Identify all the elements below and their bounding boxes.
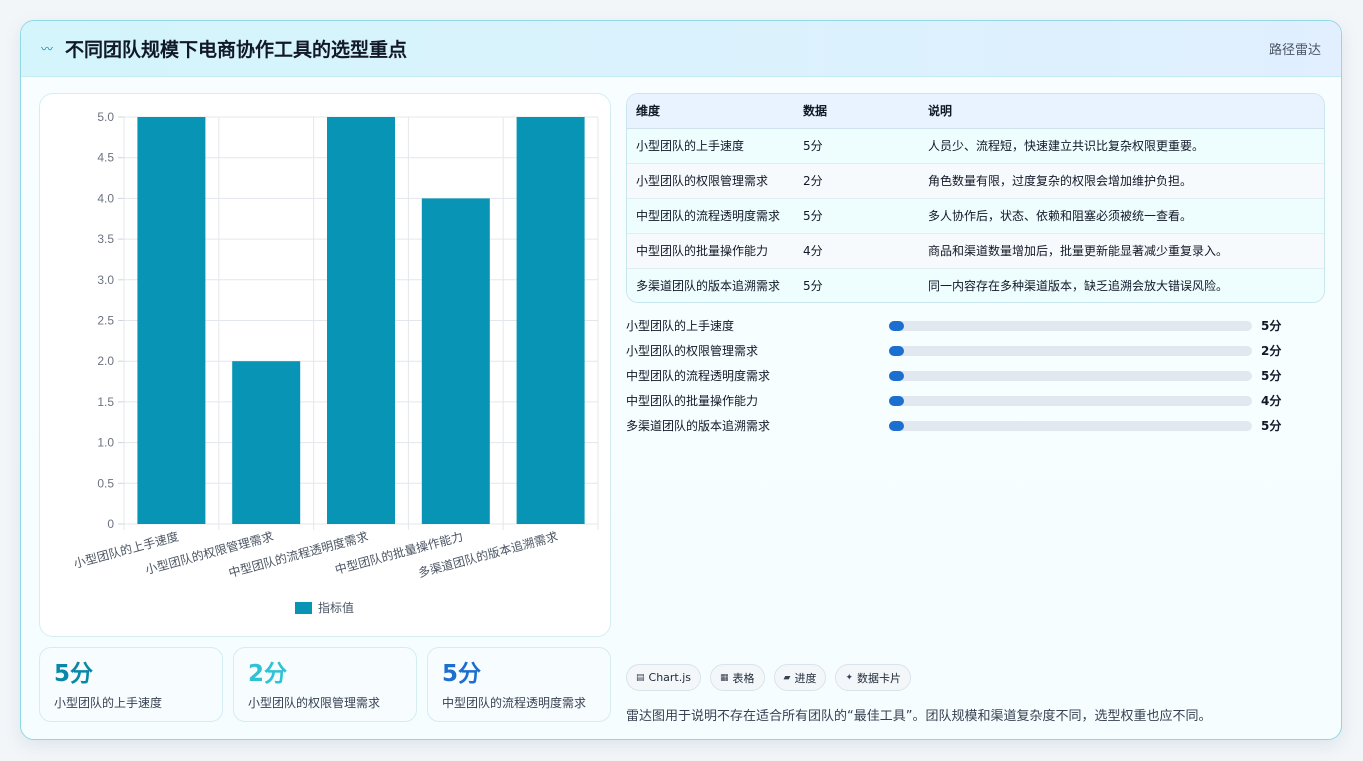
- bar: [232, 361, 301, 524]
- wave-icon: 〰: [41, 42, 54, 56]
- cell-description: 多人协作后，状态、依赖和阻塞必须被统一查看。: [919, 198, 1324, 234]
- progress-value: 2分: [1261, 344, 1282, 358]
- progress-fill: [889, 420, 904, 431]
- cell-description: 角色数量有限，过度复杂的权限会增加维护负担。: [919, 163, 1324, 199]
- stat-label: 小型团队的上手速度: [54, 696, 163, 710]
- y-tick-label: 4.5: [97, 151, 114, 165]
- table-row: 小型团队的上手速度 5分 人员少、流程短，快速建立共识比复杂权限更重要。: [627, 128, 1324, 164]
- y-tick-label: 2.0: [97, 354, 114, 368]
- y-tick-label: 3.5: [97, 232, 114, 246]
- stat-value: 2分: [248, 661, 288, 687]
- page-title: 不同团队规模下电商协作工具的选型重点: [65, 39, 408, 61]
- table-row: 小型团队的权限管理需求 2分 角色数量有限，过度复杂的权限会增加维护负担。: [627, 163, 1324, 199]
- progress-icon: ▰: [783, 672, 791, 683]
- progress-label: 中型团队的批量操作能力: [626, 394, 759, 408]
- chip-data-card[interactable]: ✦ 数据卡片: [835, 664, 912, 691]
- progress-track: [889, 370, 1252, 381]
- progress-value: 4分: [1261, 394, 1282, 408]
- y-tick-label: 4.0: [97, 191, 114, 205]
- progress-row: 小型团队的上手速度 5分: [626, 313, 1286, 338]
- progress-row: 多渠道团队的版本追溯需求 5分: [626, 413, 1286, 438]
- cell-description: 同一内容存在多种渠道版本，缺乏追溯会放大错误风险。: [919, 268, 1324, 302]
- progress-label: 多渠道团队的版本追溯需求: [626, 419, 771, 433]
- cell-value: 4分: [794, 233, 919, 269]
- cell-description: 商品和渠道数量增加后，批量更新能显著减少重复录入。: [919, 233, 1324, 269]
- progress-list: 小型团队的上手速度 5分 小型团队的权限管理需求 2分 中型团队的流程透明度需求…: [626, 313, 1286, 438]
- progress-fill: [889, 320, 904, 331]
- table-icon: ▦: [720, 672, 729, 683]
- stat-card-2: 2分 小型团队的权限管理需求: [233, 647, 417, 722]
- progress-label: 小型团队的权限管理需求: [626, 344, 759, 358]
- chip-label: 进度: [794, 671, 817, 685]
- y-tick-label: 5.0: [97, 110, 114, 124]
- table-row: 中型团队的批量操作能力 4分 商品和渠道数量增加后，批量更新能显著减少重复录入。: [627, 233, 1324, 269]
- chip-label: 数据卡片: [857, 671, 902, 685]
- progress-fill: [889, 395, 904, 406]
- cell-dimension: 小型团队的权限管理需求: [627, 163, 794, 199]
- table-row: 中型团队的流程透明度需求 5分 多人协作后，状态、依赖和阻塞必须被统一查看。: [627, 198, 1324, 234]
- y-tick-label: 0.5: [97, 476, 114, 490]
- cell-dimension: 中型团队的流程透明度需求: [627, 198, 794, 234]
- cell-value: 5分: [794, 198, 919, 234]
- y-tick-label: 1.5: [97, 395, 114, 409]
- chip-progress[interactable]: ▰ 进度: [773, 664, 827, 691]
- progress-row: 小型团队的权限管理需求 2分: [626, 338, 1286, 363]
- progress-value: 5分: [1261, 419, 1282, 433]
- bar: [516, 117, 585, 524]
- chip-chartjs[interactable]: ▤ Chart.js: [626, 664, 702, 691]
- chip-table[interactable]: ▦ 表格: [710, 664, 765, 691]
- cell-value: 5分: [794, 128, 919, 164]
- header-link[interactable]: 路径雷达: [1269, 39, 1321, 58]
- progress-fill: [889, 345, 904, 356]
- progress-track: [889, 320, 1252, 331]
- stat-card-3: 5分 中型团队的流程透明度需求: [427, 647, 611, 722]
- progress-track: [889, 395, 1252, 406]
- table-header-row: 维度 数据 说明: [627, 94, 1324, 129]
- table-row: 多渠道团队的版本追溯需求 5分 同一内容存在多种渠道版本，缺乏追溯会放大错误风险…: [627, 268, 1324, 302]
- cell-dimension: 多渠道团队的版本追溯需求: [627, 268, 794, 302]
- progress-row: 中型团队的流程透明度需求 5分: [626, 363, 1286, 388]
- cell-dimension: 小型团队的上手速度: [627, 128, 794, 164]
- column-header: 数据: [794, 94, 919, 129]
- stat-label: 中型团队的流程透明度需求: [442, 696, 587, 710]
- card-icon: ✦: [845, 672, 854, 683]
- stat-value: 5分: [442, 661, 482, 687]
- cell-dimension: 中型团队的批量操作能力: [627, 233, 794, 269]
- y-tick-label: 1.0: [97, 436, 114, 450]
- stat-card-1: 5分 小型团队的上手速度: [39, 647, 223, 722]
- cell-description: 人员少、流程短，快速建立共识比复杂权限更重要。: [919, 128, 1324, 164]
- stat-value: 5分: [54, 661, 94, 687]
- column-header: 说明: [919, 94, 1324, 129]
- stat-label: 小型团队的权限管理需求: [248, 696, 381, 710]
- y-tick-label: 2.5: [97, 314, 114, 328]
- data-table: 维度 数据 说明 小型团队的上手速度 5分 人员少、流程短，快速建立共识比复杂权…: [626, 93, 1325, 303]
- cell-value: 2分: [794, 163, 919, 199]
- y-tick-label: 0: [107, 517, 114, 531]
- cell-value: 5分: [794, 268, 919, 302]
- footnote: 雷达图用于说明不存在适合所有团队的“最佳工具”。团队规模和渠道复杂度不同，选型权…: [626, 709, 1212, 724]
- progress-label: 小型团队的上手速度: [626, 319, 735, 333]
- bar: [421, 198, 490, 524]
- y-tick-label: 3.0: [97, 273, 114, 287]
- progress-value: 5分: [1261, 319, 1282, 333]
- progress-track: [889, 345, 1252, 356]
- bar: [327, 117, 395, 524]
- progress-row: 中型团队的批量操作能力 4分: [626, 388, 1286, 413]
- progress-label: 中型团队的流程透明度需求: [626, 369, 771, 383]
- progress-fill: [889, 370, 904, 381]
- chart-icon: ▤: [636, 672, 645, 683]
- legend-swatch: [295, 602, 312, 614]
- header: 〰 不同团队规模下电商协作工具的选型重点 路径雷达: [21, 21, 1341, 77]
- legend-label: 指标值: [318, 600, 354, 615]
- bar-chart: 00.51.01.52.02.53.03.54.04.55.0小型团队的上手速度…: [72, 110, 599, 615]
- tag-chips: ▤ Chart.js ▦ 表格 ▰ 进度 ✦ 数据卡片: [626, 664, 912, 691]
- main-card: 〰 不同团队规模下电商协作工具的选型重点 路径雷达 0 0.5 1.0 1.5 2.0 2…: [20, 20, 1342, 740]
- progress-track: [889, 420, 1252, 431]
- chip-label: 表格: [732, 671, 755, 685]
- chip-label: Chart.js: [648, 671, 692, 684]
- column-header: 维度: [627, 94, 794, 129]
- bar: [137, 117, 206, 524]
- bar-chart-panel: 0 0.5 1.0 1.5 2.0 2.5 3.0 3.5 4.0 4.5 5.0 小型团队的上手速度…: [39, 93, 611, 637]
- progress-value: 5分: [1261, 369, 1282, 383]
